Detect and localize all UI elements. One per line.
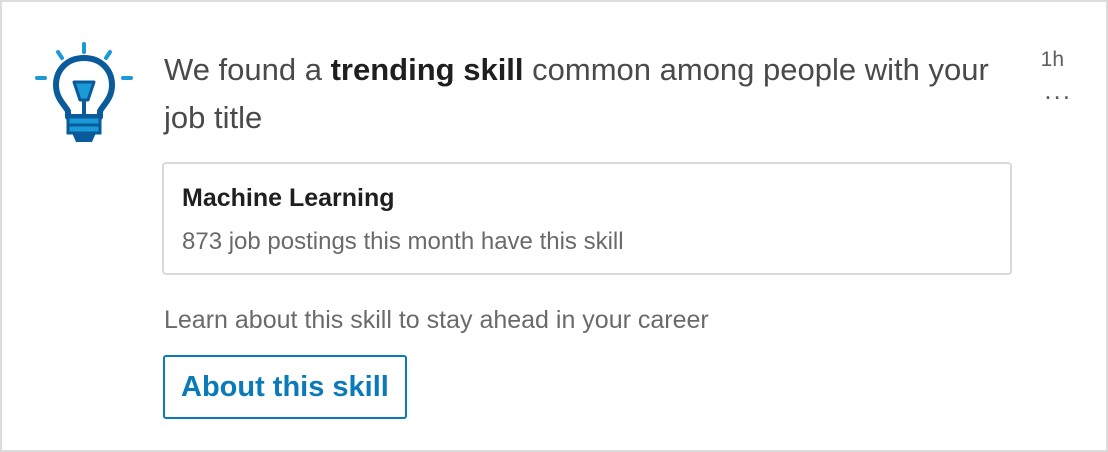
headline-prefix: We found a: [164, 52, 331, 87]
skill-card[interactable]: Machine Learning 873 job postings this m…: [162, 162, 1012, 275]
notification-headline: We found a trending skill common among p…: [164, 46, 1034, 142]
career-note: Learn about this skill to stay ahead in …: [164, 306, 709, 334]
notification-card: We found a trending skill common among p…: [0, 0, 1108, 452]
more-options-icon[interactable]: ...: [1044, 77, 1072, 103]
skill-stats: 873 job postings this month have this sk…: [182, 228, 624, 255]
headline-emphasis: trending skill: [330, 52, 524, 87]
timestamp: 1h: [1040, 48, 1064, 71]
about-skill-button[interactable]: About this skill: [163, 355, 407, 419]
skill-name: Machine Learning: [182, 184, 395, 212]
lightbulb-icon: [35, 42, 133, 142]
